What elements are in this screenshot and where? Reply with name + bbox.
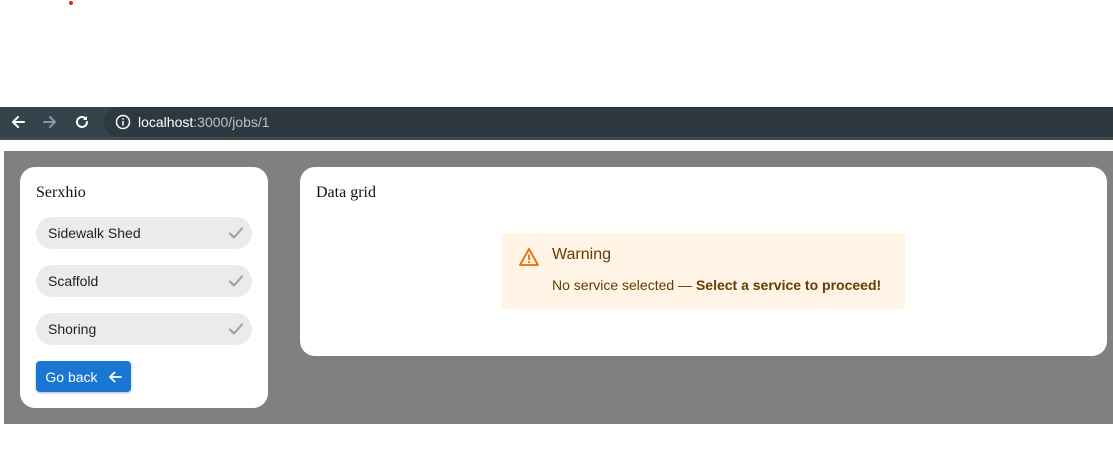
go-back-label: Go back <box>45 368 98 385</box>
service-chip-label: Scaffold <box>48 273 99 289</box>
warning-alert: Warning No service selected — Select a s… <box>502 233 905 309</box>
service-chip-label: Sidewalk Shed <box>48 225 141 241</box>
back-arrow-icon <box>12 116 25 128</box>
service-chip-label: Shoring <box>48 321 97 337</box>
service-chip-sidewalk-shed[interactable]: Sidewalk Shed <box>36 217 252 249</box>
reload-button[interactable] <box>66 107 98 137</box>
check-icon <box>226 319 246 339</box>
url-text: localhost:3000/jobs/1 <box>138 114 270 130</box>
alert-message-emphasis: Select a service to proceed! <box>695 277 882 293</box>
url-path: :3000/jobs/1 <box>193 114 270 130</box>
service-chip-shoring[interactable]: Shoring <box>36 313 252 345</box>
url-host: localhost <box>138 114 194 130</box>
alert-message: No service selected — Select a service t… <box>552 277 881 293</box>
data-grid-card: Data grid Warning No service selected — … <box>300 167 1107 356</box>
data-grid-title: Data grid <box>316 184 376 201</box>
red-dot-marker <box>69 1 73 5</box>
toolbar-divider <box>0 137 1113 140</box>
app-container: Serxhio Sidewalk Shed Scaffold Shoring G… <box>4 151 1113 424</box>
arrow-left-icon <box>108 370 122 384</box>
services-card: Serxhio Sidewalk Shed Scaffold Shoring G… <box>20 167 268 408</box>
back-button[interactable] <box>2 107 34 137</box>
reload-icon <box>76 115 88 128</box>
alert-title: Warning <box>552 246 611 263</box>
forward-arrow-icon <box>43 116 56 128</box>
go-back-button[interactable]: Go back <box>36 361 131 392</box>
customer-name: Serxhio <box>36 184 86 201</box>
forward-button[interactable] <box>34 107 66 137</box>
address-bar[interactable]: localhost:3000/jobs/1 <box>104 107 1113 137</box>
service-chip-scaffold[interactable]: Scaffold <box>36 265 252 297</box>
warning-icon <box>518 246 540 268</box>
info-icon[interactable] <box>114 113 132 131</box>
alert-message-text: No service selected — <box>552 277 696 293</box>
check-icon <box>226 271 246 291</box>
check-icon <box>226 223 246 243</box>
